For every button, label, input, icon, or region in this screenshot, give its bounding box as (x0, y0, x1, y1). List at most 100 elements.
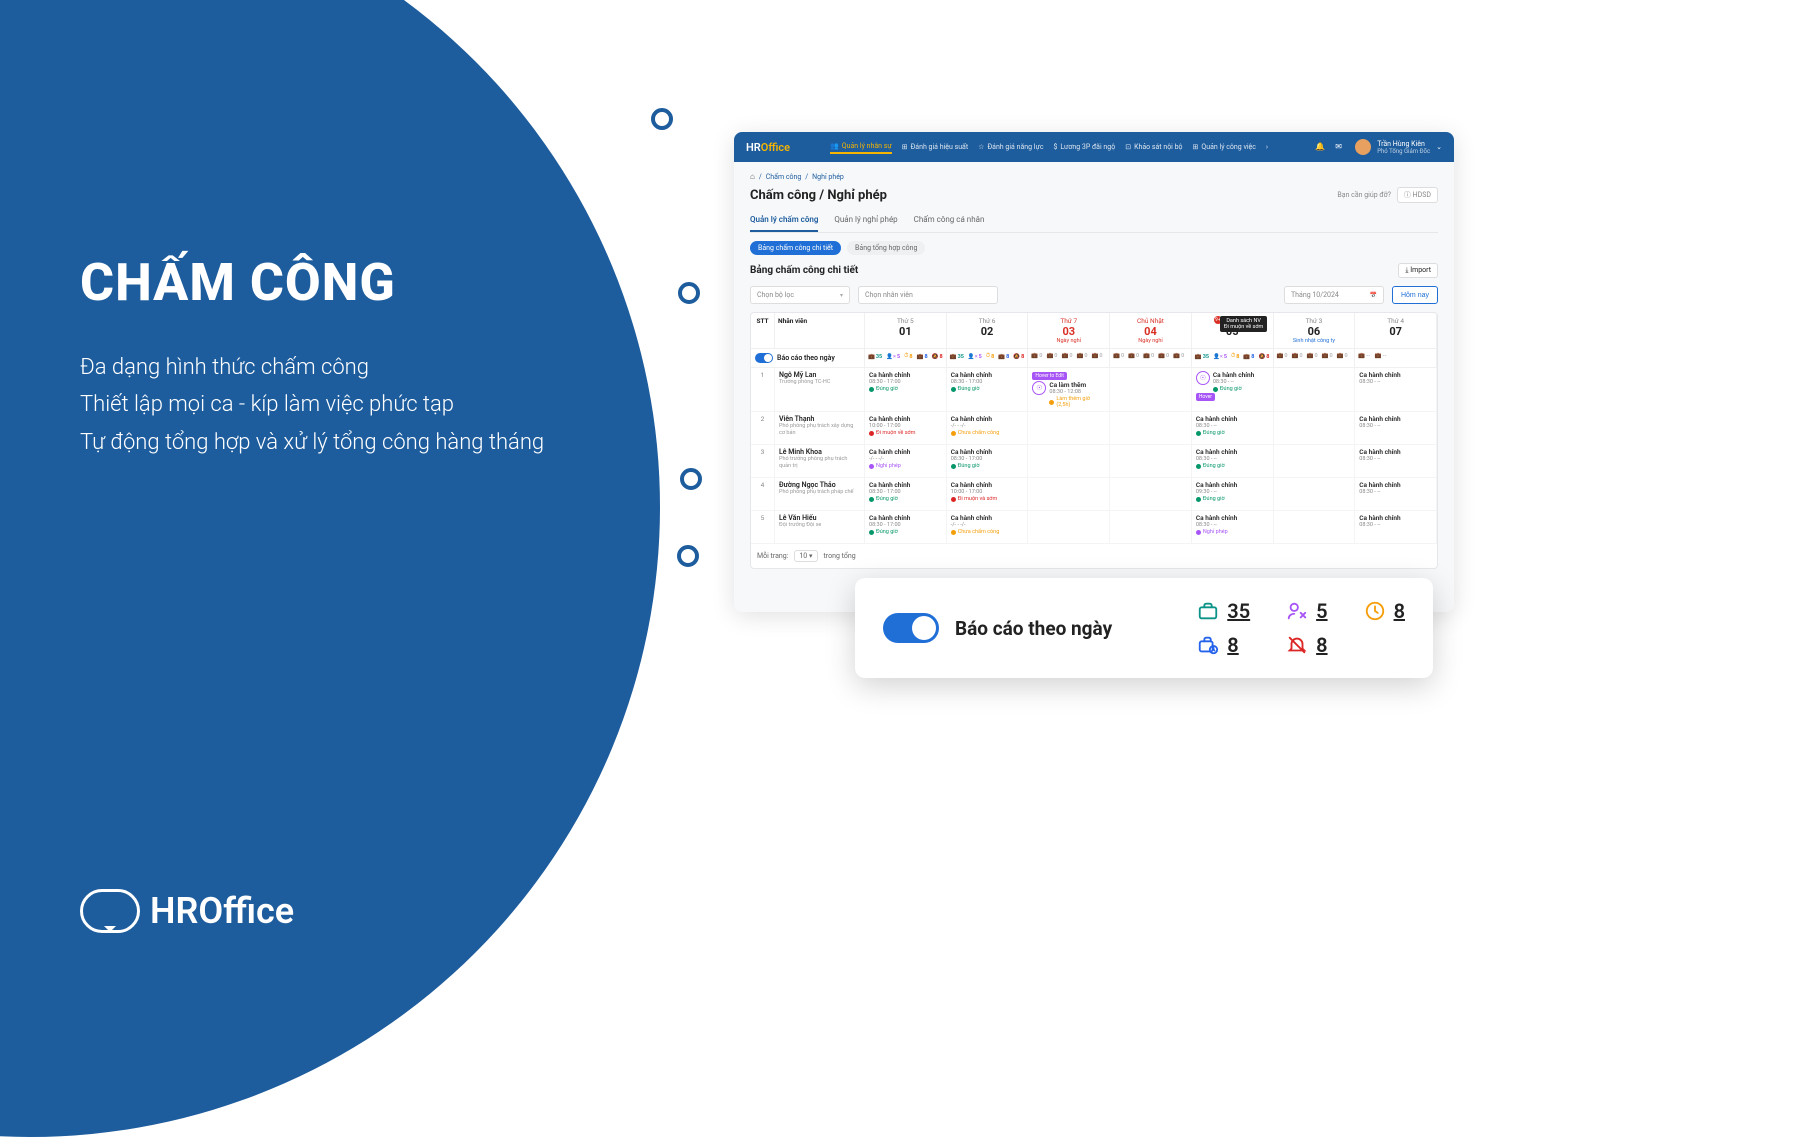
shift-cell[interactable]: Ca hành chính08:30 - 17:00 Đúng giờ (865, 511, 947, 543)
table-row: 5Lê Văn HiếuĐội trưởng Đội xeCa hành chí… (751, 511, 1437, 544)
shift-cell[interactable] (1274, 445, 1356, 477)
shift-cell[interactable] (1110, 511, 1192, 543)
shift-cell[interactable] (1274, 478, 1356, 510)
row-index: 4 (751, 478, 775, 510)
shift-cell[interactable]: Ca hành chính08:30 - -- Đúng giờ (1192, 445, 1274, 477)
help-button[interactable]: ⓘ HDSD (1397, 187, 1438, 203)
shift-cell[interactable]: Hover to Edit☉Ca làm thêm08:30 - 12:08 L… (1028, 368, 1110, 411)
fingerprint-icon: ☉ (1196, 371, 1210, 385)
nav-more[interactable]: › (1266, 140, 1268, 154)
marketing-copy: CHẤM CÔNG Đa dạng hình thức chấm công Th… (80, 252, 544, 461)
shift-cell[interactable]: Ca hành chính08:30 - -- (1355, 445, 1437, 477)
shift-cell[interactable] (1274, 368, 1356, 411)
home-icon[interactable]: ⌂ (750, 172, 755, 181)
shift-cell[interactable]: Ca hành chính10:00 - 17:00 Đi muộn và sớ… (947, 478, 1029, 510)
hover-hint: Hover to Edit (1032, 372, 1067, 380)
shift-cell[interactable]: Ca hành chính08:30 - 17:00 Đúng giờ (865, 368, 947, 411)
filter-select[interactable]: Chọn bộ lọc▾ (750, 286, 850, 304)
subtab-pill[interactable]: Bảng chấm công chi tiết (750, 241, 841, 255)
employee-cell[interactable]: Lê Văn HiếuĐội trưởng Đội xe (775, 511, 865, 543)
shift-cell[interactable]: Ca hành chính08:30 - -- (1355, 478, 1437, 510)
shift-cell[interactable] (1274, 412, 1356, 444)
shift-cell[interactable]: Ca hành chính10:00 - 17:00 Đi muộn về sớ… (865, 412, 947, 444)
shift-cell[interactable]: Ca hành chính-/- - -/- Nghỉ phép (865, 445, 947, 477)
nav-item[interactable]: ⊞ Đánh giá hiệu suất (902, 140, 968, 154)
shift-cell[interactable]: Ca hành chính-/- - -/- Chưa chấm công (947, 412, 1029, 444)
day-header[interactable]: Thứ 501 (865, 313, 947, 349)
shift-cell[interactable]: Ca hành chính08:30 - -- (1355, 511, 1437, 543)
crumb-section[interactable]: Chấm công (766, 173, 802, 181)
nav-item[interactable]: ⊡ Khảo sát nội bộ (1125, 140, 1182, 154)
day-stats: 💼 35👤× 5⏱ 8💼 8🔕 8 (865, 349, 947, 367)
today-button[interactable]: Hôm nay (1392, 286, 1438, 304)
crumb-page[interactable]: Nghỉ phép (812, 173, 844, 181)
shift-cell[interactable] (1274, 511, 1356, 543)
per-page-select[interactable]: 10 ▾ (794, 550, 817, 562)
zoom-callout: Báo cáo theo ngày 355888 (855, 578, 1433, 678)
nav-item[interactable]: ☆ Đánh giá năng lực (978, 140, 1043, 154)
employee-cell[interactable]: Lê Minh KhoaPhó trưởng phòng phụ trách q… (775, 445, 865, 477)
cloud-icon (80, 889, 140, 933)
day-stats: 💼 --💼 -- (1355, 349, 1437, 367)
shift-cell[interactable]: Ca hành chính08:30 - -- (1355, 412, 1437, 444)
tab[interactable]: Quản lý nghỉ phép (834, 211, 897, 232)
zoom-stat: 8 (1364, 599, 1405, 623)
shift-cell[interactable] (1110, 445, 1192, 477)
section-title: Bảng chấm công chi tiết (750, 265, 858, 276)
shift-cell[interactable] (1028, 445, 1110, 477)
employee-select[interactable]: Chọn nhân viên (858, 286, 998, 304)
day-header[interactable]: Thứ 703Ngày nghỉ (1028, 313, 1110, 349)
arc-node (678, 282, 700, 304)
shift-cell[interactable]: Ca hành chính08:30 - -- Nghỉ phép (1192, 511, 1274, 543)
shift-cell[interactable]: Ca hành chính08:30 - -- Đúng giờ (1192, 412, 1274, 444)
shift-cell[interactable] (1110, 412, 1192, 444)
shift-cell[interactable] (1110, 368, 1192, 411)
col-stt: STT (751, 313, 775, 349)
hover-hint: Hover (1196, 393, 1215, 401)
nav-item[interactable]: 👥 Quản lý nhân sự (830, 140, 892, 154)
shift-cell[interactable]: Ca hành chính08:30 - 17:00 Đúng giờ (947, 445, 1029, 477)
tab[interactable]: Quản lý chấm công (750, 211, 818, 232)
user-role: Phó Tổng Giám Đốc (1377, 148, 1430, 155)
shift-cell[interactable]: Ca hành chính-/- - -/- Chưa chấm công (947, 511, 1029, 543)
day-header[interactable]: Thứ 602 (947, 313, 1029, 349)
pager: Mỗi trang: 10 ▾ trong tổng (751, 544, 1437, 568)
shift-cell[interactable]: Ca hành chính08:30 - 17:00 Đúng giờ (865, 478, 947, 510)
shift-cell[interactable]: Ca hành chính08:30 - 17:00 Đúng giờ (947, 368, 1029, 411)
subtabs: Bảng chấm công chi tiết Bảng tổng hợp côn… (750, 241, 1438, 255)
user-name: Trần Hùng Kiên (1377, 140, 1430, 148)
month-picker[interactable]: Tháng 10/2024📅 (1284, 286, 1384, 304)
employee-cell[interactable]: Viên ThạnhPhó phòng phụ trách xây dựng c… (775, 412, 865, 444)
table-row: 3Lê Minh KhoaPhó trưởng phòng phụ trách … (751, 445, 1437, 478)
shift-cell[interactable] (1028, 412, 1110, 444)
day-header[interactable]: Chủ Nhật04Ngày nghỉ (1110, 313, 1192, 349)
pager-total: trong tổng (824, 552, 856, 560)
row-index: 1 (751, 368, 775, 411)
shift-cell[interactable]: ☉Ca hành chính08:30 - -- Đúng giờHover (1192, 368, 1274, 411)
col-employee: Nhân viên (775, 313, 865, 349)
shift-cell[interactable] (1110, 478, 1192, 510)
marketing-line: Đa dạng hình thức chấm công (80, 349, 544, 386)
tab[interactable]: Chấm công cá nhân (914, 211, 985, 232)
shift-cell[interactable] (1028, 511, 1110, 543)
day-header[interactable]: Thứ 2059+Danh sách NVĐi muộn về sớm (1192, 313, 1274, 349)
nav-item[interactable]: $ Lương 3P đãi ngộ (1053, 140, 1115, 154)
nav-item[interactable]: ⊞ Quản lý công việc (1193, 140, 1256, 154)
daily-report-toggle[interactable] (883, 613, 939, 643)
marketing-title: CHẤM CÔNG (80, 252, 544, 313)
day-header[interactable]: Thứ 407 (1355, 313, 1437, 349)
day-header[interactable]: Thứ 306Sinh nhật công ty (1274, 313, 1356, 349)
import-button[interactable]: ⤓ Import (1398, 263, 1438, 278)
shift-cell[interactable]: Ca hành chính09:30 - -- Đúng giờ (1192, 478, 1274, 510)
notification-icon[interactable]: 🔔 (1315, 142, 1325, 152)
user-menu[interactable]: Trần Hùng Kiên Phó Tổng Giám Đốc ⌄ (1355, 139, 1442, 155)
row-index: 2 (751, 412, 775, 444)
avatar (1355, 139, 1371, 155)
employee-cell[interactable]: Ngô Mỹ LanTrưởng phòng TC-HC (775, 368, 865, 411)
mail-icon[interactable]: ✉ (1335, 142, 1345, 152)
daily-report-toggle-mini[interactable] (755, 353, 773, 363)
employee-cell[interactable]: Đường Ngọc ThảoPhó phòng phụ trách pháp … (775, 478, 865, 510)
subtab-pill[interactable]: Bảng tổng hợp công (847, 241, 925, 255)
shift-cell[interactable] (1028, 478, 1110, 510)
shift-cell[interactable]: Ca hành chính08:30 - -- (1355, 368, 1437, 411)
